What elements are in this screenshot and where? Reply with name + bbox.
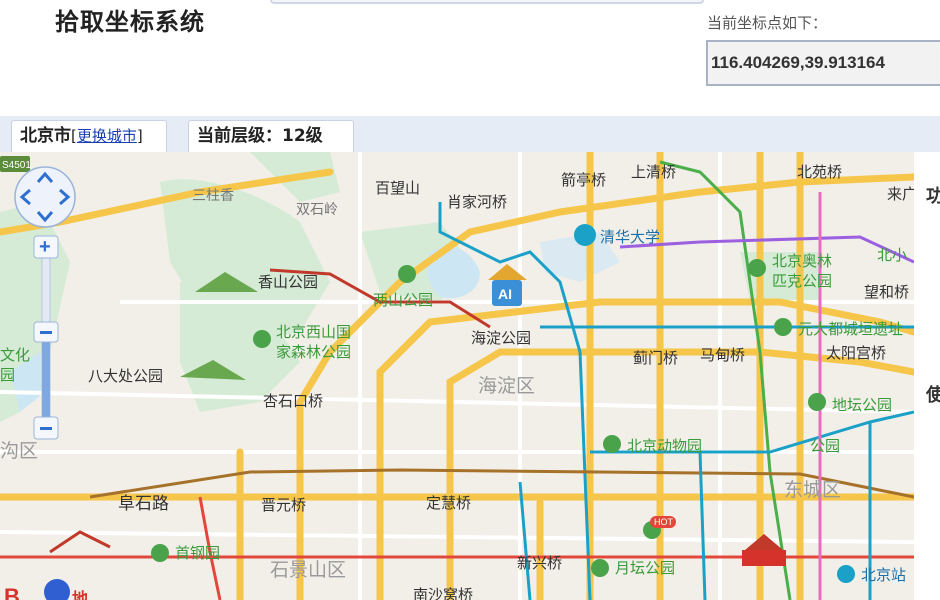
label-wanghe: 望和桥 <box>864 284 909 301</box>
label-haidian-park: 海淀公园 <box>471 330 531 347</box>
label-haidian: 海淀区 <box>478 375 535 397</box>
label-beijingzhan: 北京站 <box>861 567 906 584</box>
label-beixiao: 北小 <box>877 247 907 264</box>
label-shijingshan: 石景山区 <box>270 559 346 581</box>
label-xiangshan: 香山公园 <box>258 274 318 291</box>
label-xingshikou: 杏石口桥 <box>263 393 323 410</box>
park-pin-icon <box>808 393 826 411</box>
label-mentougou: 沟区 <box>0 440 38 462</box>
park-pin-icon <box>151 544 169 562</box>
zoom-handle-icon <box>40 331 52 334</box>
right-panel <box>914 152 940 600</box>
hot-badge-text: HOT <box>654 517 674 527</box>
park-pin-icon <box>774 318 792 336</box>
label-dinghui: 定慧桥 <box>426 495 471 512</box>
svg-text:B: B <box>4 584 20 600</box>
ai-badge-text: AI <box>498 286 512 302</box>
label-tsinghua: 清华大学 <box>600 229 660 246</box>
highway-shield-label: S4501 <box>2 160 31 171</box>
label-gongyuan: 公园 <box>810 438 840 455</box>
label-ditan: 地坛公园 <box>832 397 892 414</box>
label-aolin-1: 北京奥林 <box>772 253 832 270</box>
coord-label: 当前坐标点如下： <box>707 14 828 32</box>
park-pin-icon <box>748 259 766 277</box>
label-jimen: 蓟门桥 <box>633 350 678 367</box>
label-dongcheng: 东城区 <box>784 479 841 501</box>
label-laiguang: 来广 <box>887 186 914 203</box>
park-pin-icon <box>253 330 271 348</box>
map-canvas[interactable]: S4501 AI HOT 三柱香 双石岭 百望山 肖家河桥 箭亭桥 上清桥 北苑… <box>0 152 914 600</box>
label-fushilu: 阜石路 <box>118 494 169 513</box>
page-title: 拾取坐标系统 <box>55 8 205 36</box>
change-city-link[interactable]: 更换城市 <box>77 127 137 145</box>
city-name: 北京市 <box>20 126 71 146</box>
park-pin-icon <box>398 265 416 283</box>
label-aolin-2: 匹克公园 <box>772 273 832 290</box>
label-shangqing: 上清桥 <box>631 164 676 181</box>
label-badachu: 八大处公园 <box>88 368 163 385</box>
label-shougang: 首钢园 <box>175 545 220 562</box>
label-madian: 马甸桥 <box>700 347 745 364</box>
label-xinxing: 新兴桥 <box>517 555 562 572</box>
label-xishan-1: 北京西山国 <box>276 324 351 341</box>
label-wenhua-2: 园 <box>0 367 15 384</box>
station-icon <box>837 565 855 583</box>
label-shuangshiling: 双石岭 <box>296 201 338 217</box>
label-sanzhuxiang: 三柱香 <box>192 187 234 203</box>
tab-level: 当前层级：12级 <box>188 120 354 152</box>
label-jianting: 箭亭桥 <box>561 171 606 189</box>
search-box-edge[interactable] <box>270 0 704 4</box>
university-icon <box>574 224 596 246</box>
coord-value-field[interactable]: 116.404269,39.913164 <box>706 40 940 86</box>
zoom-out-icon <box>40 427 52 430</box>
label-taiyanggong: 太阳宫桥 <box>826 345 886 362</box>
label-xishan-2: 家森林公园 <box>276 344 351 361</box>
tab-city: 北京市[更换城市] <box>11 120 167 152</box>
right-panel-text-2: 使 <box>926 385 940 406</box>
label-jinyuan: 晋元桥 <box>261 497 306 514</box>
zoom-in-icon: + <box>39 236 51 258</box>
label-yuetan: 月坛公园 <box>615 560 675 577</box>
label-baiwangshan: 百望山 <box>375 180 420 197</box>
label-nanshawo: 南沙窝桥 <box>413 586 473 600</box>
right-panel-text-1: 功 <box>926 186 940 207</box>
label-beiyuan: 北苑桥 <box>797 164 842 181</box>
svg-text:地: 地 <box>72 589 88 600</box>
park-pin-icon <box>603 435 621 453</box>
label-zoo: 北京动物园 <box>627 438 702 455</box>
park-pin-icon <box>591 559 609 577</box>
label-yuandadu: 元大都城垣遗址 <box>798 321 903 338</box>
label-liangshan: 两山公园 <box>373 292 433 309</box>
label-xiaojiahe: 肖家河桥 <box>447 194 507 211</box>
label-wenhua-1: 文化 <box>0 347 30 364</box>
